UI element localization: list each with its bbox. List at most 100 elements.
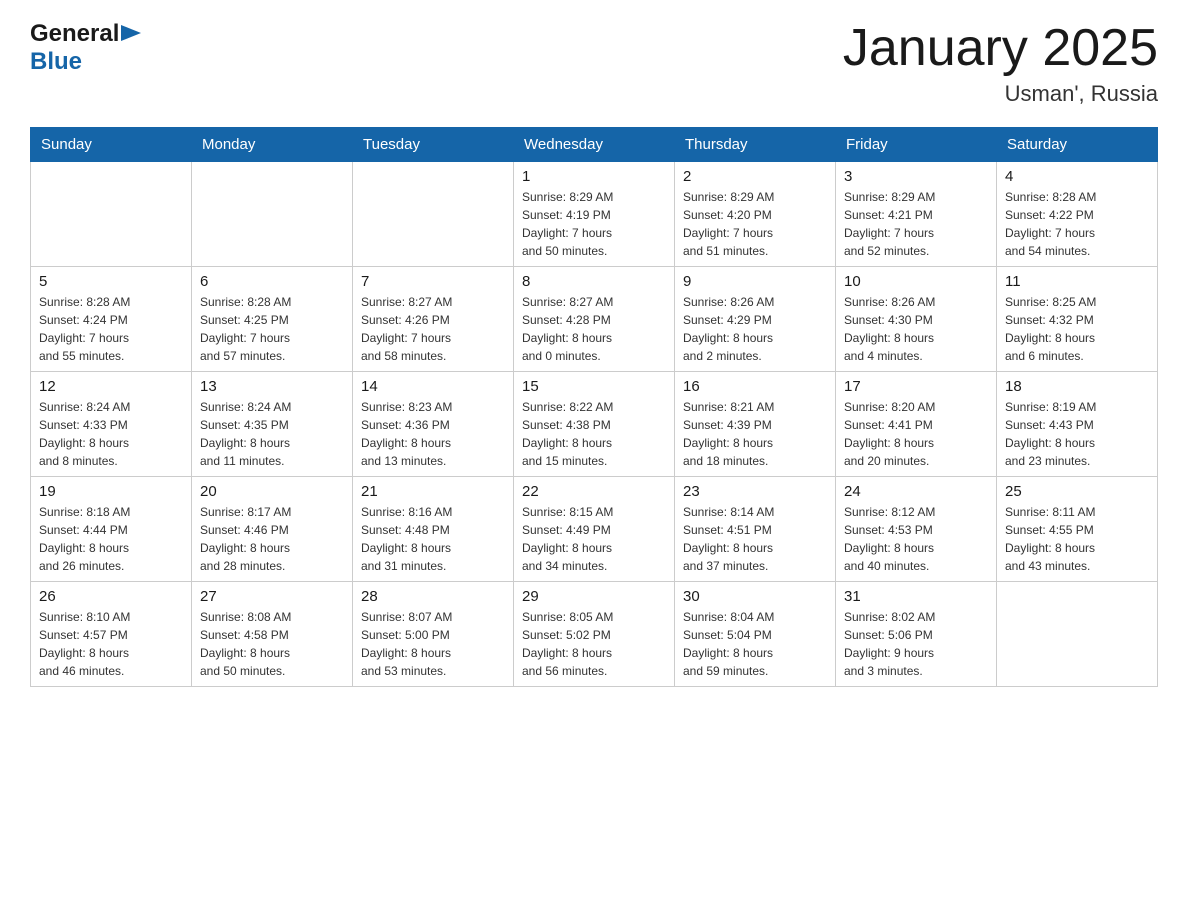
calendar-cell-w1-d1: [31, 162, 192, 267]
calendar-cell-w5-d4: 29 Sunrise: 8:05 AMSunset: 5:02 PMDayligh…: [514, 582, 675, 687]
day-number: 30: [683, 588, 827, 605]
calendar-cell-w4-d5: 23 Sunrise: 8:14 AMSunset: 4:51 PMDayligh…: [675, 477, 836, 582]
calendar-cell-w1-d7: 4 Sunrise: 8:28 AMSunset: 4:22 PMDaylight…: [997, 162, 1158, 267]
logo-blue-text: Blue: [30, 48, 82, 75]
calendar-cell-w4-d3: 21 Sunrise: 8:16 AMSunset: 4:48 PMDayligh…: [353, 477, 514, 582]
day-info: Sunrise: 8:08 AMSunset: 4:58 PMDaylight:…: [200, 608, 344, 680]
day-info: Sunrise: 8:17 AMSunset: 4:46 PMDaylight:…: [200, 503, 344, 575]
day-number: 25: [1005, 483, 1149, 500]
day-info: Sunrise: 8:22 AMSunset: 4:38 PMDaylight:…: [522, 398, 666, 470]
day-info: Sunrise: 8:28 AMSunset: 4:24 PMDaylight:…: [39, 293, 183, 365]
calendar-cell-w5-d6: 31Sunrise: 8:02 AMSunset: 5:06 PMDayligh…: [836, 582, 997, 687]
calendar-cell-w5-d1: 26 Sunrise: 8:10 AMSunset: 4:57 PMDayligh…: [31, 582, 192, 687]
calendar-cell-w3-d6: 17 Sunrise: 8:20 AMSunset: 4:41 PMDayligh…: [836, 372, 997, 477]
calendar-cell-w3-d5: 16 Sunrise: 8:21 AMSunset: 4:39 PMDayligh…: [675, 372, 836, 477]
day-number: 17: [844, 378, 988, 395]
title-block: January 2025 Usman', Russia: [843, 20, 1158, 107]
day-info: Sunrise: 8:15 AMSunset: 4:49 PMDaylight:…: [522, 503, 666, 575]
day-info: Sunrise: 8:05 AMSunset: 5:02 PMDaylight:…: [522, 608, 666, 680]
day-info: Sunrise: 8:18 AMSunset: 4:44 PMDaylight:…: [39, 503, 183, 575]
day-info: Sunrise: 8:02 AMSunset: 5:06 PMDaylight:…: [844, 608, 988, 680]
day-info: Sunrise: 8:25 AMSunset: 4:32 PMDaylight:…: [1005, 293, 1149, 365]
calendar-cell-w3-d1: 12Sunrise: 8:24 AMSunset: 4:33 PMDayligh…: [31, 372, 192, 477]
day-number: 9: [683, 273, 827, 290]
day-info: Sunrise: 8:14 AMSunset: 4:51 PMDaylight:…: [683, 503, 827, 575]
day-info: Sunrise: 8:21 AMSunset: 4:39 PMDaylight:…: [683, 398, 827, 470]
day-info: Sunrise: 8:26 AMSunset: 4:29 PMDaylight:…: [683, 293, 827, 365]
day-number: 6: [200, 273, 344, 290]
calendar-cell-w1-d3: [353, 162, 514, 267]
logo-triangle-icon: [121, 25, 141, 45]
calendar-header-row: Sunday Monday Tuesday Wednesday Thursday…: [31, 128, 1158, 162]
day-info: Sunrise: 8:26 AMSunset: 4:30 PMDaylight:…: [844, 293, 988, 365]
day-info: Sunrise: 8:19 AMSunset: 4:43 PMDaylight:…: [1005, 398, 1149, 470]
day-number: 22: [522, 483, 666, 500]
day-number: 16: [683, 378, 827, 395]
calendar-cell-w1-d6: 3 Sunrise: 8:29 AMSunset: 4:21 PMDaylight…: [836, 162, 997, 267]
day-info: Sunrise: 8:24 AMSunset: 4:33 PMDaylight:…: [39, 398, 183, 470]
day-info: Sunrise: 8:28 AMSunset: 4:22 PMDaylight:…: [1005, 188, 1149, 260]
calendar-cell-w1-d5: 2Sunrise: 8:29 AMSunset: 4:20 PMDaylight…: [675, 162, 836, 267]
day-info: Sunrise: 8:12 AMSunset: 4:53 PMDaylight:…: [844, 503, 988, 575]
calendar-cell-w3-d3: 14Sunrise: 8:23 AMSunset: 4:36 PMDayligh…: [353, 372, 514, 477]
day-info: Sunrise: 8:11 AMSunset: 4:55 PMDaylight:…: [1005, 503, 1149, 575]
calendar-cell-w2-d7: 11 Sunrise: 8:25 AMSunset: 4:32 PMDayligh…: [997, 267, 1158, 372]
calendar-cell-w5-d2: 27 Sunrise: 8:08 AMSunset: 4:58 PMDayligh…: [192, 582, 353, 687]
week-row-2: 5Sunrise: 8:28 AMSunset: 4:24 PMDaylight…: [31, 267, 1158, 372]
header-sunday: Sunday: [31, 128, 192, 162]
day-number: 14: [361, 378, 505, 395]
day-number: 24: [844, 483, 988, 500]
week-row-3: 12Sunrise: 8:24 AMSunset: 4:33 PMDayligh…: [31, 372, 1158, 477]
subtitle: Usman', Russia: [843, 81, 1158, 107]
day-number: 4: [1005, 168, 1149, 185]
day-info: Sunrise: 8:07 AMSunset: 5:00 PMDaylight:…: [361, 608, 505, 680]
day-number: 27: [200, 588, 344, 605]
calendar-cell-w1-d4: 1Sunrise: 8:29 AMSunset: 4:19 PMDaylight…: [514, 162, 675, 267]
header-monday: Monday: [192, 128, 353, 162]
day-info: Sunrise: 8:29 AMSunset: 4:21 PMDaylight:…: [844, 188, 988, 260]
day-number: 10: [844, 273, 988, 290]
day-number: 3: [844, 168, 988, 185]
calendar-cell-w2-d2: 6 Sunrise: 8:28 AMSunset: 4:25 PMDaylight…: [192, 267, 353, 372]
calendar-cell-w2-d6: 10 Sunrise: 8:26 AMSunset: 4:30 PMDayligh…: [836, 267, 997, 372]
calendar-cell-w5-d3: 28 Sunrise: 8:07 AMSunset: 5:00 PMDayligh…: [353, 582, 514, 687]
day-number: 11: [1005, 273, 1149, 290]
week-row-4: 19Sunrise: 8:18 AMSunset: 4:44 PMDayligh…: [31, 477, 1158, 582]
day-number: 20: [200, 483, 344, 500]
week-row-1: 1Sunrise: 8:29 AMSunset: 4:19 PMDaylight…: [31, 162, 1158, 267]
calendar-cell-w4-d6: 24 Sunrise: 8:12 AMSunset: 4:53 PMDayligh…: [836, 477, 997, 582]
calendar-cell-w1-d2: [192, 162, 353, 267]
day-info: Sunrise: 8:29 AMSunset: 4:20 PMDaylight:…: [683, 188, 827, 260]
day-info: Sunrise: 8:29 AMSunset: 4:19 PMDaylight:…: [522, 188, 666, 260]
header-saturday: Saturday: [997, 128, 1158, 162]
header-friday: Friday: [836, 128, 997, 162]
day-number: 8: [522, 273, 666, 290]
day-number: 26: [39, 588, 183, 605]
day-number: 23: [683, 483, 827, 500]
calendar-cell-w5-d5: 30 Sunrise: 8:04 AMSunset: 5:04 PMDayligh…: [675, 582, 836, 687]
day-info: Sunrise: 8:28 AMSunset: 4:25 PMDaylight:…: [200, 293, 344, 365]
day-info: Sunrise: 8:27 AMSunset: 4:28 PMDaylight:…: [522, 293, 666, 365]
day-info: Sunrise: 8:10 AMSunset: 4:57 PMDaylight:…: [39, 608, 183, 680]
day-info: Sunrise: 8:04 AMSunset: 5:04 PMDaylight:…: [683, 608, 827, 680]
day-info: Sunrise: 8:20 AMSunset: 4:41 PMDaylight:…: [844, 398, 988, 470]
day-info: Sunrise: 8:24 AMSunset: 4:35 PMDaylight:…: [200, 398, 344, 470]
calendar-cell-w4-d7: 25 Sunrise: 8:11 AMSunset: 4:55 PMDayligh…: [997, 477, 1158, 582]
calendar-table: Sunday Monday Tuesday Wednesday Thursday…: [30, 127, 1158, 687]
day-info: Sunrise: 8:27 AMSunset: 4:26 PMDaylight:…: [361, 293, 505, 365]
day-info: Sunrise: 8:16 AMSunset: 4:48 PMDaylight:…: [361, 503, 505, 575]
calendar-cell-w4-d1: 19Sunrise: 8:18 AMSunset: 4:44 PMDayligh…: [31, 477, 192, 582]
day-number: 29: [522, 588, 666, 605]
page-header: General Blue January 2025 Usman', Russia: [30, 20, 1158, 107]
calendar-cell-w3-d4: 15 Sunrise: 8:22 AMSunset: 4:38 PMDayligh…: [514, 372, 675, 477]
calendar-cell-w2-d4: 8 Sunrise: 8:27 AMSunset: 4:28 PMDaylight…: [514, 267, 675, 372]
calendar-cell-w2-d3: 7Sunrise: 8:27 AMSunset: 4:26 PMDaylight…: [353, 267, 514, 372]
day-number: 28: [361, 588, 505, 605]
header-thursday: Thursday: [675, 128, 836, 162]
day-number: 18: [1005, 378, 1149, 395]
calendar-cell-w3-d7: 18 Sunrise: 8:19 AMSunset: 4:43 PMDayligh…: [997, 372, 1158, 477]
header-wednesday: Wednesday: [514, 128, 675, 162]
day-number: 21: [361, 483, 505, 500]
main-title: January 2025: [843, 20, 1158, 77]
day-number: 15: [522, 378, 666, 395]
